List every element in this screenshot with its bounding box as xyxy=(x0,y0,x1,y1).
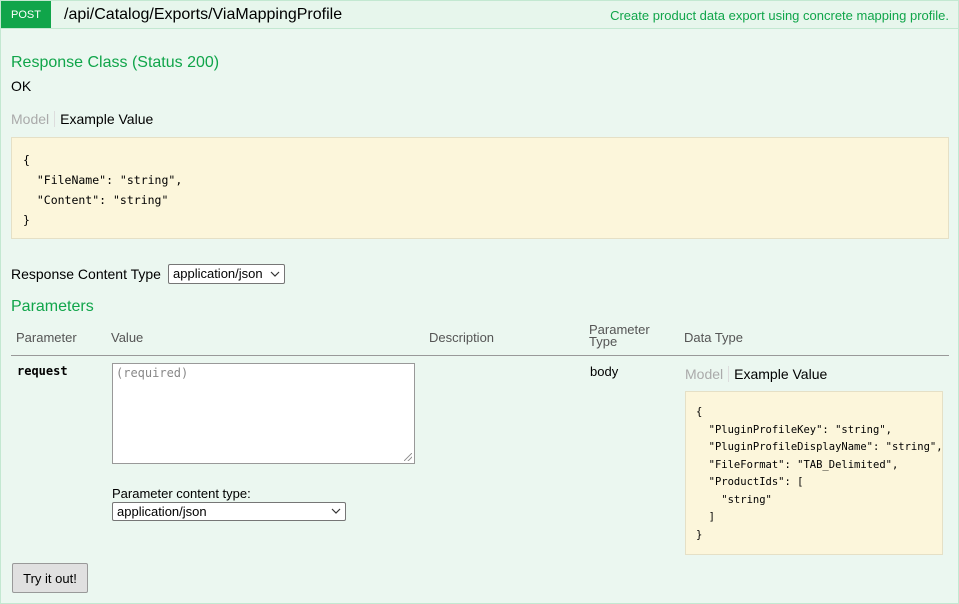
response-content-type-label: Response Content Type xyxy=(11,266,161,282)
parameter-content-type-value: application/json xyxy=(117,504,207,519)
datatype-example-code-text: { "PluginProfileKey": "string", "PluginP… xyxy=(696,406,943,541)
datatype-signature-tabs: Model Example Value xyxy=(685,366,832,382)
operation-panel: POST /api/Catalog/Exports/ViaMappingProf… xyxy=(0,0,959,604)
datatype-model-tab[interactable]: Model xyxy=(685,366,730,382)
request-body-textarea[interactable]: (required) xyxy=(112,363,415,464)
datatype-example-value-tab[interactable]: Example Value xyxy=(729,366,832,382)
response-model-tab[interactable]: Model xyxy=(11,111,56,127)
datatype-example-code[interactable]: { "PluginProfileKey": "string", "PluginP… xyxy=(685,391,943,555)
parameter-name: request xyxy=(17,364,68,378)
response-content-type-value: application/json xyxy=(173,266,263,281)
response-example-code-text: { "FileName": "string", "Content": "stri… xyxy=(23,153,183,227)
response-message: OK xyxy=(11,78,32,94)
chevron-down-icon xyxy=(331,503,341,526)
operation-header[interactable]: POST /api/Catalog/Exports/ViaMappingProf… xyxy=(1,1,958,29)
col-header-description: Description xyxy=(429,330,495,345)
response-signature-tabs: Model Example Value xyxy=(11,111,158,127)
parameter-type-value: body xyxy=(590,364,619,379)
response-example-value-tab[interactable]: Example Value xyxy=(55,111,158,127)
request-body-placeholder: (required) xyxy=(116,366,189,380)
parameter-content-type-select[interactable]: application/json xyxy=(112,502,346,521)
table-header-divider xyxy=(11,355,949,356)
try-it-out-button[interactable]: Try it out! xyxy=(12,563,88,593)
operation-summary[interactable]: Create product data export using concret… xyxy=(610,8,949,23)
col-header-data-type: Data Type xyxy=(684,330,744,345)
parameter-content-type-label: Parameter content type: xyxy=(112,486,251,501)
chevron-down-icon xyxy=(270,265,280,289)
col-header-parameter-type: Parameter Type xyxy=(589,322,650,349)
response-content-type-select[interactable]: application/json xyxy=(168,264,285,284)
endpoint-path[interactable]: /api/Catalog/Exports/ViaMappingProfile xyxy=(64,6,342,24)
resize-grip-icon[interactable] xyxy=(404,453,412,461)
response-example-code: { "FileName": "string", "Content": "stri… xyxy=(11,137,949,239)
http-method-badge[interactable]: POST xyxy=(1,1,51,28)
col-header-parameter: Parameter xyxy=(16,330,77,345)
col-header-value: Value xyxy=(111,330,144,345)
response-class-title: Response Class (Status 200) xyxy=(11,54,220,71)
parameters-title: Parameters xyxy=(11,298,94,315)
